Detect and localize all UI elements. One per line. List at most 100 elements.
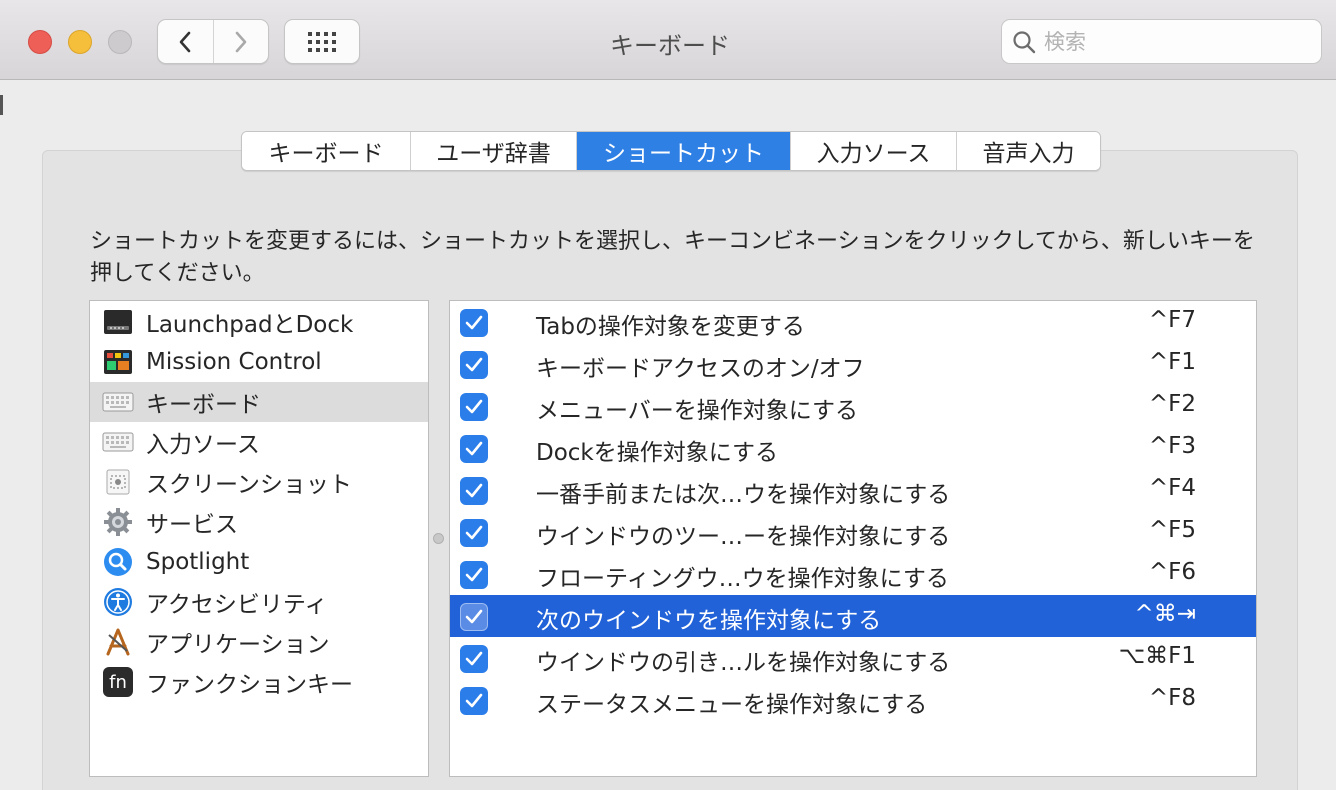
tab-keyboard[interactable]: キーボード — [242, 132, 410, 170]
shortcut-label: メニューバーを操作対象にする — [536, 398, 858, 424]
mission-control-icon — [102, 346, 134, 378]
shortcut-row[interactable]: メニューバーを操作対象にする ^F2 — [450, 385, 1256, 427]
checkmark-icon — [465, 315, 483, 330]
fn-key-label: fn — [103, 667, 133, 697]
tab-input-sources[interactable]: 入力ソース — [790, 132, 956, 170]
shortcut-label: 次のウインドウを操作対象にする — [536, 608, 882, 634]
shortcut-row[interactable]: Dockを操作対象にする ^F3 — [450, 427, 1256, 469]
category-label: アクセシビリティ — [146, 592, 328, 618]
spotlight-icon — [102, 546, 134, 578]
category-label: ファンクションキー — [146, 672, 353, 698]
checkbox[interactable] — [460, 519, 488, 547]
shortcut-key[interactable]: ^F6 — [1149, 559, 1196, 585]
split-view-divider[interactable] — [433, 533, 444, 544]
checkbox[interactable] — [460, 309, 488, 337]
tab-user-dictionary[interactable]: ユーザ辞書 — [410, 132, 576, 170]
shortcut-label: ウインドウの引き…ルを操作対象にする — [536, 650, 951, 676]
category-label: 入力ソース — [146, 432, 260, 458]
checkmark-icon — [465, 651, 483, 666]
checkbox[interactable] — [460, 351, 488, 379]
minimize-button[interactable] — [68, 30, 92, 54]
category-item-function-keys[interactable]: fn ファンクションキー — [90, 662, 428, 702]
shortcut-key[interactable]: ^F3 — [1149, 433, 1196, 459]
category-label: スクリーンショット — [146, 472, 352, 498]
tab-bar: キーボード ユーザ辞書 ショートカット 入力ソース 音声入力 — [241, 131, 1101, 171]
window-edge — [0, 95, 3, 115]
shortcut-label: Tabの操作対象を変更する — [536, 314, 805, 340]
category-label: サービス — [146, 512, 238, 538]
launchpad-dock-icon — [102, 306, 134, 338]
shortcut-key[interactable]: ^F4 — [1149, 475, 1196, 501]
shortcut-list[interactable]: Tabの操作対象を変更する ^F7 キーボードアクセスのオン/オフ ^F1 メニ… — [449, 300, 1257, 777]
fn-key-icon: fn — [102, 666, 134, 698]
category-item-services[interactable]: サービス — [90, 502, 428, 542]
tab-shortcuts[interactable]: ショートカット — [576, 132, 790, 170]
shortcut-key[interactable]: ^F1 — [1149, 349, 1196, 375]
shortcut-key[interactable]: ^F8 — [1149, 685, 1196, 711]
category-item-screenshots[interactable]: スクリーンショット — [90, 462, 428, 502]
input-source-icon — [102, 426, 134, 458]
keyboard-icon — [102, 386, 134, 418]
category-item-app-shortcuts[interactable]: アプリケーション — [90, 622, 428, 662]
shortcut-label: 一番手前または次…ウを操作対象にする — [536, 482, 951, 508]
chevron-right-icon — [235, 31, 247, 52]
checkbox[interactable] — [460, 645, 488, 673]
shortcut-key[interactable]: ⌥⌘F1 — [1119, 643, 1196, 669]
chevron-left-icon — [179, 31, 191, 52]
tab-dictation[interactable]: 音声入力 — [956, 132, 1100, 170]
checkbox[interactable] — [460, 435, 488, 463]
shortcut-row[interactable]: フローティングウ…ウを操作対象にする ^F6 — [450, 553, 1256, 595]
checkmark-icon — [465, 357, 483, 372]
back-button[interactable] — [158, 20, 213, 63]
category-label: キーボード — [146, 392, 261, 418]
checkbox[interactable] — [460, 603, 488, 631]
checkmark-icon — [465, 483, 483, 498]
checkmark-icon — [465, 567, 483, 582]
category-label: Spotlight — [146, 549, 250, 575]
checkmark-icon — [465, 399, 483, 414]
checkbox[interactable] — [460, 393, 488, 421]
shortcut-label: Dockを操作対象にする — [536, 440, 778, 466]
checkbox[interactable] — [460, 561, 488, 589]
category-list[interactable]: LaunchpadとDock Mission Control キーボード 入力ソ… — [89, 300, 429, 777]
checkbox[interactable] — [460, 687, 488, 715]
shortcut-label: ウインドウのツー…ーを操作対象にする — [536, 524, 951, 550]
show-all-button[interactable] — [284, 19, 360, 64]
search-input[interactable] — [1044, 29, 1304, 54]
category-item-mission-control[interactable]: Mission Control — [90, 342, 428, 382]
search-field[interactable] — [1001, 19, 1322, 64]
shortcut-key[interactable]: ^F7 — [1149, 307, 1196, 333]
category-item-spotlight[interactable]: Spotlight — [90, 542, 428, 582]
screenshot-icon — [102, 466, 134, 498]
checkmark-icon — [465, 441, 483, 456]
category-item-accessibility[interactable]: アクセシビリティ — [90, 582, 428, 622]
instructions-text: ショートカットを変更するには、ショートカットを選択し、キーコンビネーションをクリ… — [90, 229, 1255, 286]
category-label: アプリケーション — [146, 632, 330, 658]
category-label: LaunchpadとDock — [146, 312, 354, 338]
accessibility-icon — [102, 586, 134, 618]
close-button[interactable] — [28, 30, 52, 54]
shortcut-label: キーボードアクセスのオン/オフ — [536, 356, 865, 382]
shortcut-key[interactable]: ^F2 — [1149, 391, 1196, 417]
title-bar: キーボード — [0, 0, 1336, 80]
shortcut-row[interactable]: ステータスメニューを操作対象にする ^F8 — [450, 679, 1256, 721]
shortcut-key[interactable]: ^F5 — [1149, 517, 1196, 543]
shortcut-row[interactable]: 一番手前または次…ウを操作対象にする ^F4 — [450, 469, 1256, 511]
checkmark-icon — [465, 609, 483, 624]
shortcut-row[interactable]: Tabの操作対象を変更する ^F7 — [450, 301, 1256, 343]
shortcut-key[interactable]: ^⌘⇥ — [1134, 601, 1196, 627]
zoom-button[interactable] — [108, 30, 132, 54]
shortcut-label: ステータスメニューを操作対象にする — [536, 692, 928, 718]
category-item-launchpad-dock[interactable]: LaunchpadとDock — [90, 302, 428, 342]
checkmark-icon — [465, 693, 483, 708]
category-item-input-sources[interactable]: 入力ソース — [90, 422, 428, 462]
category-item-keyboard[interactable]: キーボード — [90, 382, 428, 422]
shortcut-row-selected[interactable]: 次のウインドウを操作対象にする ^⌘⇥ — [450, 595, 1256, 637]
forward-button[interactable] — [212, 20, 269, 63]
window-title: キーボード — [610, 32, 730, 60]
shortcut-row[interactable]: ウインドウの引き…ルを操作対象にする ⌥⌘F1 — [450, 637, 1256, 679]
checkbox[interactable] — [460, 477, 488, 505]
app-store-icon — [102, 626, 134, 658]
shortcut-row[interactable]: キーボードアクセスのオン/オフ ^F1 — [450, 343, 1256, 385]
shortcut-row[interactable]: ウインドウのツー…ーを操作対象にする ^F5 — [450, 511, 1256, 553]
